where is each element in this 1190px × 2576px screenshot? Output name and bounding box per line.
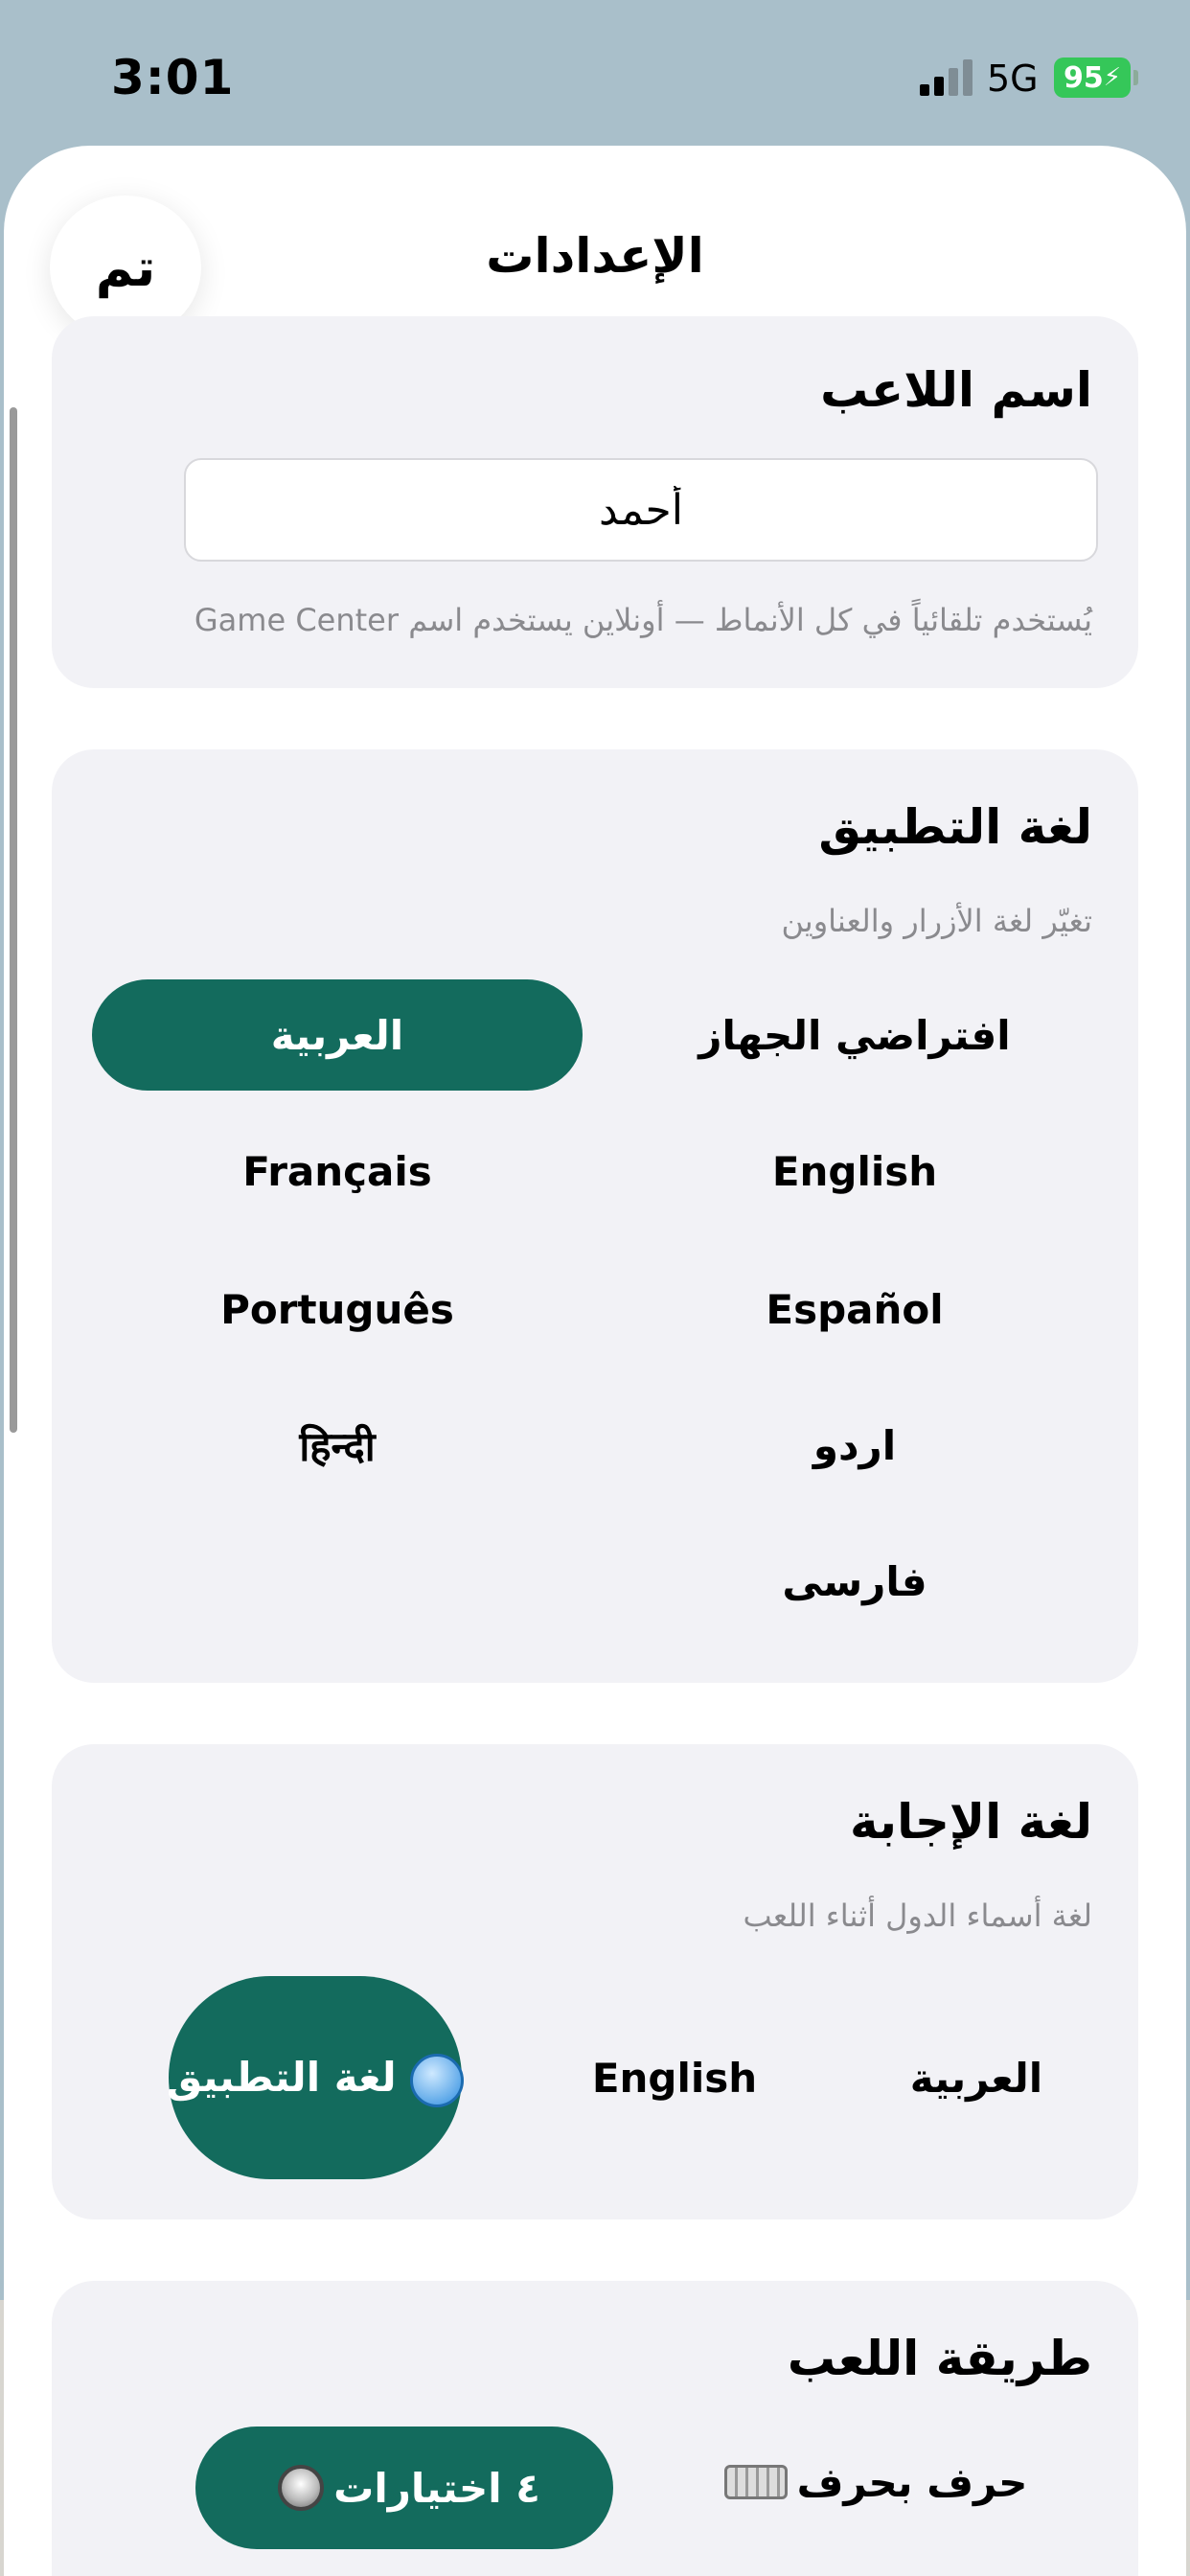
app-language-option-hindi[interactable]: हिन्दी <box>92 1390 583 1501</box>
answer-language-subtitle: لغة أسماء الدول أثناء اللعب <box>743 1898 1092 1934</box>
status-bar: 3:01 5G 95 ⚡ <box>0 0 1190 153</box>
app-language-option-urdu[interactable]: اردو <box>615 1390 1094 1501</box>
player-name-title: اسم اللاعب <box>820 362 1092 418</box>
app-language-card: لغة التطبيق تغيّر لغة الأزرار والعناوين … <box>52 749 1138 1683</box>
app-language-option-french[interactable]: Français <box>92 1116 583 1227</box>
player-name-card: اسم اللاعب يُستخدم تلقائياً في كل الأنما… <box>52 316 1138 688</box>
app-language-option-persian[interactable]: فارسى <box>615 1526 1094 1637</box>
app-language-option-portuguese[interactable]: Português <box>92 1254 583 1365</box>
player-name-input[interactable] <box>184 458 1098 562</box>
app-language-option-english[interactable]: English <box>615 1116 1094 1227</box>
answer-language-app-text: لغة التطبيق <box>166 2054 397 2101</box>
answer-language-card: لغة الإجابة لغة أسماء الدول أثناء اللعب … <box>52 1744 1138 2220</box>
answer-language-option-english[interactable]: English <box>531 2022 818 2133</box>
app-language-option-arabic[interactable]: العربية <box>92 979 583 1091</box>
answer-language-app-label: لغة التطبيق <box>167 2047 465 2108</box>
app-language-title: لغة التطبيق <box>818 799 1092 855</box>
battery-level: 95 <box>1063 60 1104 95</box>
play-mode-card: طريقة اللعب حرف بحرف ٤ اختيارات <box>52 2281 1138 2576</box>
battery-icon: 95 ⚡ <box>1054 58 1131 98</box>
answer-language-option-app-language[interactable]: لغة التطبيق <box>167 1976 465 2179</box>
play-mode-option-four-choices[interactable]: ٤ اختيارات <box>195 2426 613 2549</box>
scroll-indicator[interactable] <box>10 407 17 1433</box>
player-name-hint: يُستخدم تلقائياً في كل الأنماط — أونلاين… <box>194 602 1092 638</box>
globe-icon <box>410 2053 465 2107</box>
play-mode-option-letter-by-letter[interactable]: حرف بحرف <box>646 2426 1096 2538</box>
app-language-option-spanish[interactable]: Español <box>615 1254 1094 1365</box>
status-time: 3:01 <box>111 50 235 105</box>
app-language-subtitle: تغيّر لغة الأزرار والعناوين <box>781 903 1092 939</box>
keyboard-icon <box>723 2465 788 2499</box>
play-mode-choices-label: ٤ اختيارات <box>333 2464 540 2512</box>
app-language-option-device-default[interactable]: افتراضي الجهاز <box>615 979 1094 1091</box>
play-mode-letter-label: حرف بحرف <box>796 2458 1028 2506</box>
answer-language-title: لغة الإجابة <box>849 1794 1092 1850</box>
page-title: الإعدادات <box>486 228 704 284</box>
network-type: 5G <box>987 58 1039 100</box>
signal-icon <box>920 59 973 96</box>
battery-tip <box>1133 70 1138 85</box>
radio-button-icon <box>278 2465 325 2511</box>
answer-language-option-arabic[interactable]: العربية <box>857 2022 1096 2133</box>
play-mode-title: طريقة اللعب <box>787 2331 1092 2386</box>
